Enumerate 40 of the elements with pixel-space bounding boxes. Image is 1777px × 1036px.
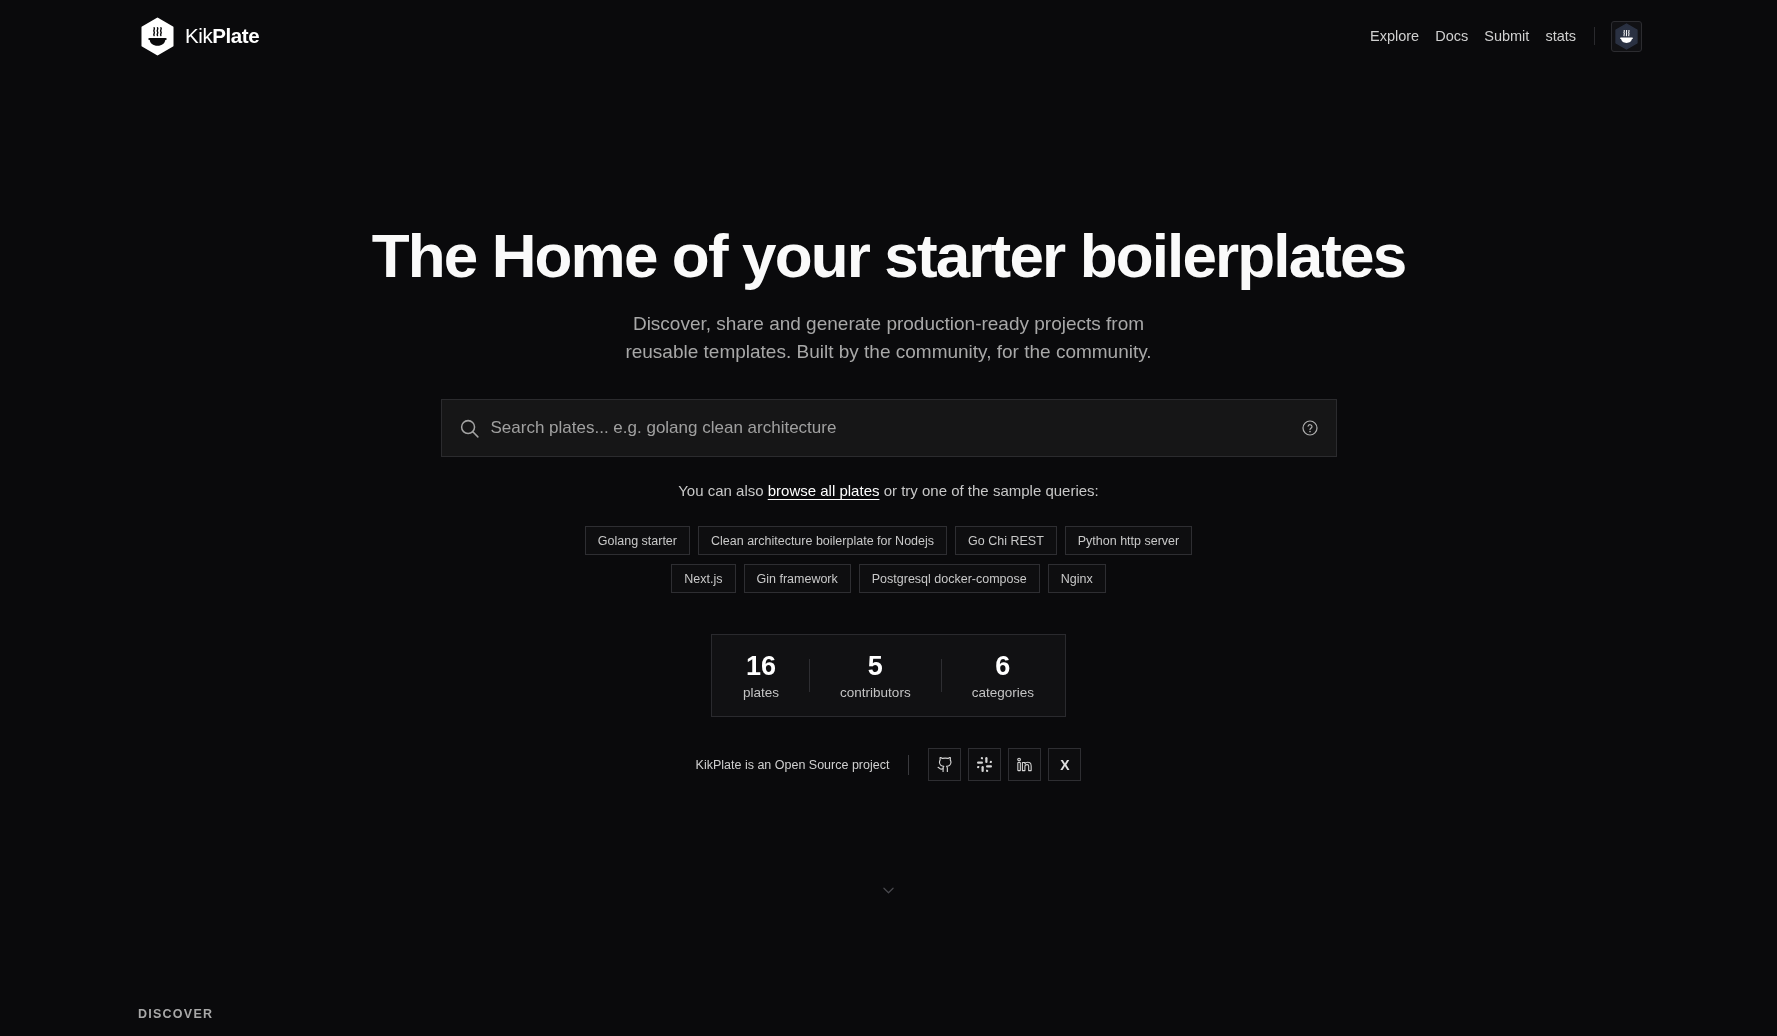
nav-link[interactable]: Docs <box>1435 28 1469 44</box>
search-field[interactable]: Search plates... e.g. golang clean architecture <box>440 399 1337 457</box>
slack-link[interactable] <box>968 748 1002 781</box>
bowl-avatar-icon <box>1615 22 1638 50</box>
sample-query-button[interactable]: Python http server <box>1064 526 1193 555</box>
logo-icon <box>141 16 174 56</box>
avatar-button[interactable] <box>1611 20 1642 52</box>
sample-query-button[interactable]: Next.js <box>671 564 736 593</box>
sample-query-button[interactable]: Golang starter <box>584 526 690 555</box>
brand-link[interactable]: KikPlate <box>141 16 260 56</box>
stat-label: contributors <box>840 683 911 701</box>
browse-hint-text: You can also browse all plates or try one of the sample queries: <box>678 481 1099 501</box>
x-link[interactable]: X <box>1048 748 1082 781</box>
open-source-note: KikPlate is an Open Source project <box>695 757 890 772</box>
nav-link[interactable]: stats <box>1545 28 1576 44</box>
sample-query-button[interactable]: Gin framework <box>743 564 851 593</box>
stat-label: categories <box>971 683 1034 701</box>
help-icon[interactable] <box>1301 420 1318 436</box>
hero-title: The Home of your starter boilerplates <box>371 222 1406 290</box>
search-icon <box>459 418 479 438</box>
github-link[interactable] <box>928 748 962 781</box>
chevron-down-icon <box>883 887 894 894</box>
stat-value: 5 <box>867 650 883 681</box>
section-label: DISCOVER <box>138 1007 214 1021</box>
hero-subtitle: Discover, share and generate production-ready projects from reusable templates. Built by the community, for the community. <box>625 312 1152 364</box>
sample-query-button[interactable]: Clean architecture boilerplate for Nodejs <box>698 526 948 555</box>
nav-link[interactable]: Submit <box>1484 28 1530 44</box>
github-icon <box>937 757 953 772</box>
nav-link[interactable]: Explore <box>1370 28 1420 44</box>
stat-label: plates <box>743 683 780 701</box>
sample-query-button[interactable]: Go Chi REST <box>955 526 1057 555</box>
browse-all-link[interactable]: browse all plates <box>767 482 880 499</box>
sample-query-button[interactable]: Nginx <box>1047 564 1106 593</box>
slack-icon <box>977 757 993 772</box>
sample-query-button[interactable]: Postgresql docker-compose <box>858 564 1040 593</box>
stat-value: 16 <box>746 650 777 681</box>
linkedin-icon <box>1017 757 1033 772</box>
search-input[interactable]: Search plates... e.g. golang clean architecture <box>490 416 1290 440</box>
stat-value: 6 <box>995 650 1011 681</box>
linkedin-link[interactable] <box>1008 748 1042 781</box>
